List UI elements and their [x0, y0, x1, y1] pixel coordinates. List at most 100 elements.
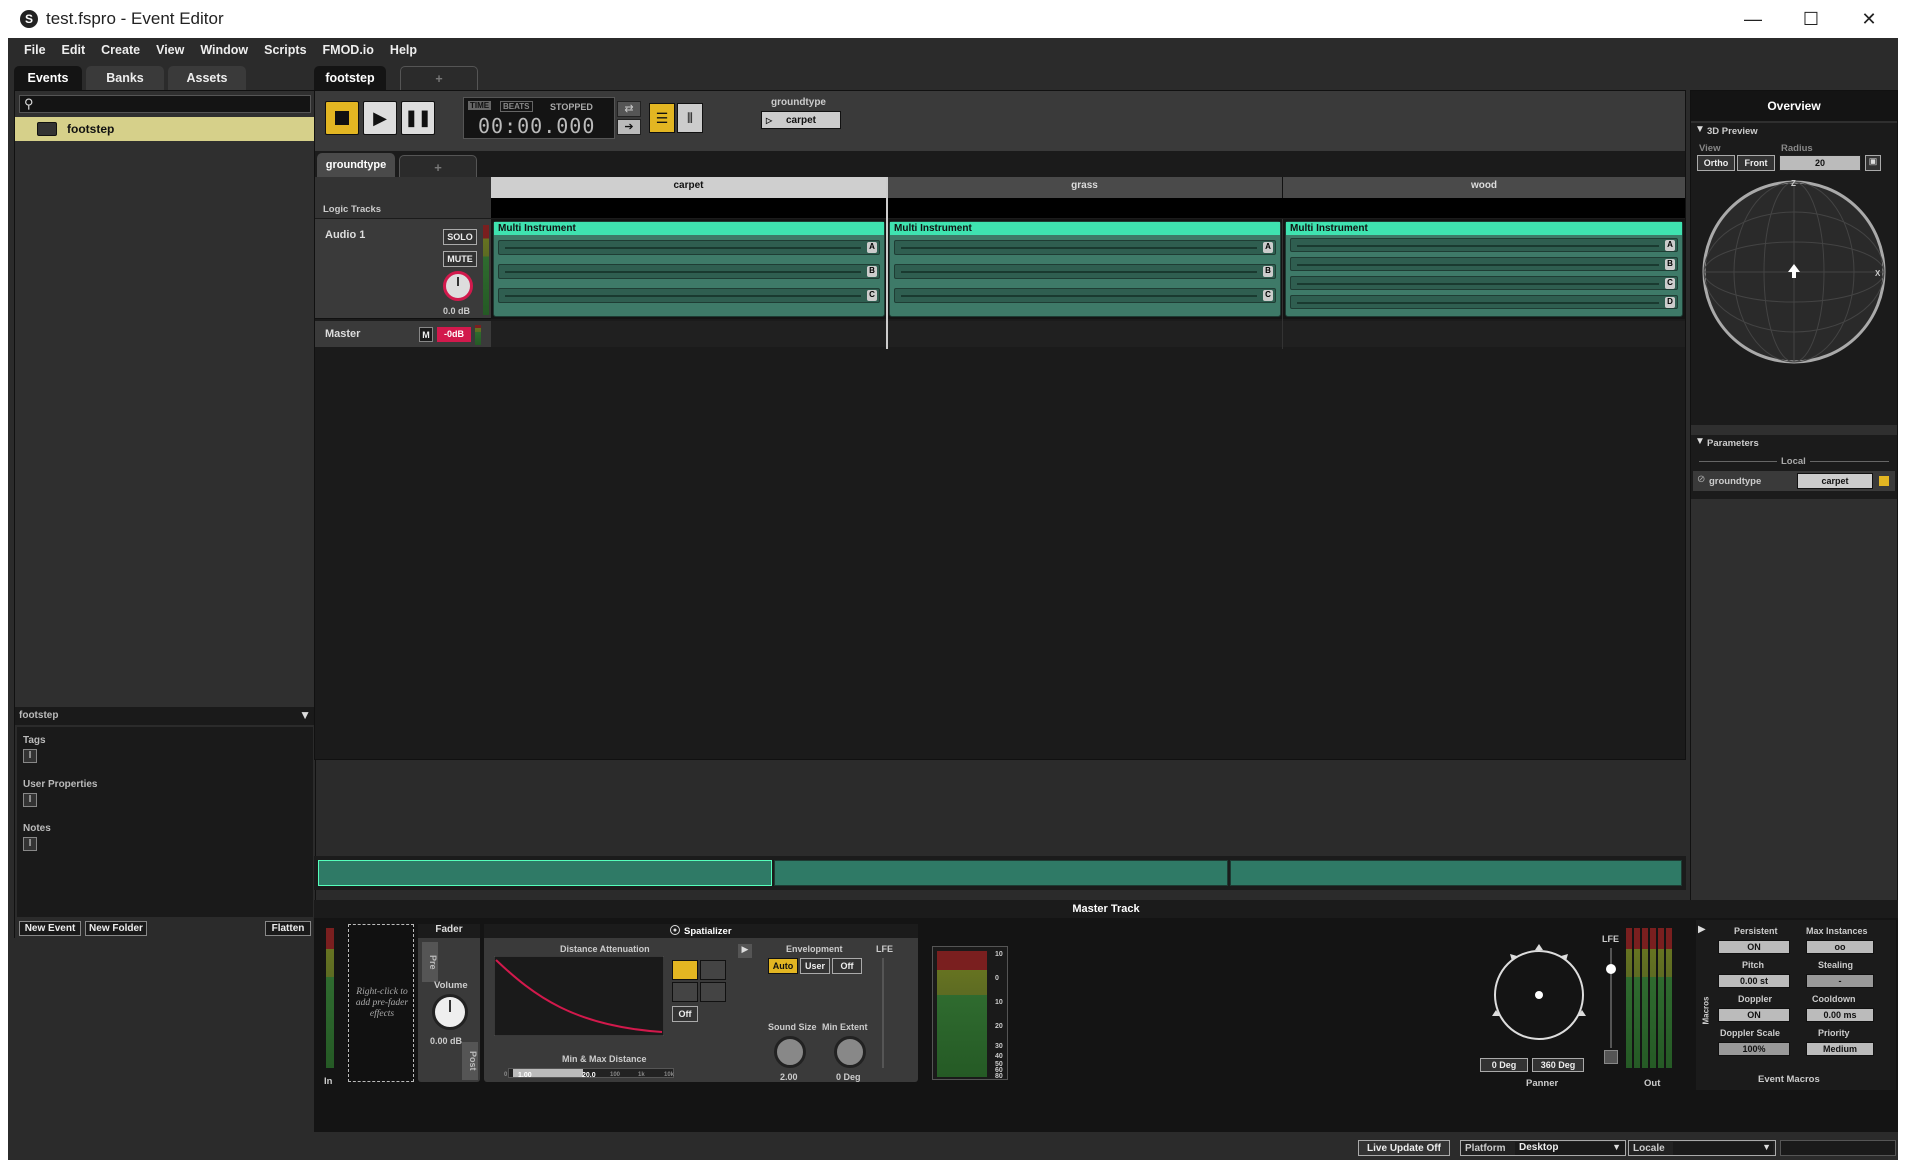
max-instances-field[interactable]: oo: [1806, 940, 1874, 954]
audio1-volume-knob[interactable]: [443, 271, 473, 301]
stealing-dropdown[interactable]: -: [1806, 974, 1874, 988]
master-volume-field[interactable]: -0dB: [437, 327, 471, 342]
radius-field[interactable]: 20: [1779, 155, 1861, 171]
strip-region-wood[interactable]: [1230, 860, 1682, 886]
new-event-button[interactable]: New Event: [19, 921, 81, 936]
clip-lane[interactable]: A: [894, 240, 1276, 255]
multi-instrument-clip-carpet[interactable]: Multi Instrument A B C: [493, 221, 885, 317]
tab-events[interactable]: Events: [14, 66, 82, 90]
play-button[interactable]: ▶: [363, 101, 397, 135]
3d-preview-sphere[interactable]: [1699, 177, 1889, 367]
mute-button[interactable]: MUTE: [443, 251, 477, 267]
clip-lane[interactable]: B: [498, 264, 880, 279]
column-grass[interactable]: grass: [887, 177, 1283, 198]
post-button[interactable]: Post: [462, 1042, 478, 1080]
min-extent-knob[interactable]: [834, 1036, 866, 1068]
curve-linear-squared-button[interactable]: [672, 960, 698, 980]
persistent-toggle[interactable]: ON: [1718, 940, 1790, 954]
curve-inverse-button[interactable]: [672, 982, 698, 1002]
column-wood[interactable]: wood: [1283, 177, 1685, 198]
pitch-field[interactable]: 0.00 st: [1718, 974, 1790, 988]
tab-footstep[interactable]: footstep: [314, 66, 386, 90]
fader-volume-knob[interactable]: [432, 994, 468, 1030]
close-button[interactable]: ✕: [1840, 0, 1898, 38]
stop-button[interactable]: [325, 101, 359, 135]
parameter-row[interactable]: ⊘ groundtype carpet: [1693, 471, 1895, 491]
multi-instrument-clip-wood[interactable]: Multi Instrument A B C D: [1285, 221, 1683, 317]
menu-help[interactable]: Help: [390, 43, 417, 57]
loop-button[interactable]: ⇄: [617, 101, 641, 117]
new-folder-button[interactable]: New Folder: [85, 921, 147, 936]
menu-scripts[interactable]: Scripts: [264, 43, 306, 57]
collapse-icon[interactable]: ▼: [299, 708, 311, 722]
3d-preview-header[interactable]: ▼ 3D Preview: [1691, 123, 1897, 139]
panner-lfe-slider[interactable]: [1606, 948, 1616, 1048]
pre-fader-effects-area[interactable]: Right-click to add pre-fader effects: [348, 924, 414, 1082]
flatten-button[interactable]: Flatten: [265, 921, 311, 936]
doppler-scale-field[interactable]: 100%: [1718, 1042, 1790, 1056]
clip-lane[interactable]: A: [498, 240, 880, 255]
panner-circle[interactable]: [1484, 940, 1594, 1050]
clip-lane[interactable]: C: [894, 288, 1276, 303]
clip-lane[interactable]: A: [1290, 238, 1678, 252]
tab-banks[interactable]: Banks: [86, 66, 164, 90]
platform-dropdown[interactable]: Platform Desktop ▼: [1460, 1140, 1626, 1156]
lock-icon[interactable]: ▣: [1865, 155, 1881, 171]
menu-view[interactable]: View: [156, 43, 184, 57]
list-view-button[interactable]: ☰: [649, 103, 675, 133]
beats-mode-button[interactable]: BEATS: [500, 101, 533, 112]
clip-lane[interactable]: B: [1290, 257, 1678, 271]
parameters-header[interactable]: ▼ Parameters: [1691, 435, 1897, 451]
tab-assets[interactable]: Assets: [168, 66, 246, 90]
envelopment-auto-button[interactable]: Auto: [768, 958, 798, 974]
live-update-button[interactable]: Live Update Off: [1358, 1140, 1450, 1156]
sound-size-knob[interactable]: [774, 1036, 806, 1068]
add-tag-icon[interactable]: I: [23, 749, 37, 763]
envelopment-user-button[interactable]: User: [800, 958, 830, 974]
solo-button[interactable]: SOLO: [443, 229, 477, 245]
parameter-value-field[interactable]: carpet: [1797, 473, 1873, 489]
follow-playhead-button[interactable]: ➔: [617, 119, 641, 135]
tab-groundtype[interactable]: groundtype: [317, 153, 395, 177]
add-parameter-tab[interactable]: +: [399, 155, 477, 179]
maximize-button[interactable]: ☐: [1782, 0, 1840, 38]
curve-inverse-tapered-button[interactable]: [700, 982, 726, 1002]
curve-linear-button[interactable]: [700, 960, 726, 980]
menu-file[interactable]: File: [24, 43, 46, 57]
locale-dropdown[interactable]: Locale ▼: [1628, 1140, 1776, 1156]
list-item[interactable]: footstep: [15, 117, 315, 141]
clip-lane[interactable]: D: [1290, 295, 1678, 309]
add-note-icon[interactable]: I: [23, 837, 37, 851]
master-mute-button[interactable]: M: [419, 327, 433, 342]
strip-region-carpet[interactable]: [318, 860, 772, 886]
power-icon[interactable]: ●: [670, 925, 680, 935]
menu-edit[interactable]: Edit: [62, 43, 86, 57]
menu-fmodio[interactable]: FMOD.io: [323, 43, 374, 57]
minimize-button[interactable]: —: [1724, 0, 1782, 38]
strip-region-grass[interactable]: [774, 860, 1228, 886]
search-input[interactable]: ⚲: [19, 95, 311, 113]
add-editor-tab[interactable]: +: [400, 66, 478, 90]
priority-field[interactable]: Medium: [1806, 1042, 1874, 1056]
multi-instrument-clip-grass[interactable]: Multi Instrument A B C: [889, 221, 1281, 317]
macros-expand-icon[interactable]: ▶: [1698, 924, 1706, 935]
clip-lane[interactable]: B: [894, 264, 1276, 279]
transport-param-value[interactable]: ▷ carpet: [761, 111, 841, 129]
menu-window[interactable]: Window: [200, 43, 248, 57]
play-preview-icon[interactable]: ▶: [738, 944, 752, 958]
clip-lane[interactable]: C: [1290, 276, 1678, 290]
add-property-icon[interactable]: I: [23, 793, 37, 807]
doppler-toggle[interactable]: ON: [1718, 1008, 1790, 1022]
pre-button[interactable]: Pre: [422, 942, 438, 982]
time-mode-button[interactable]: TIME: [468, 101, 492, 110]
ortho-button[interactable]: Ortho: [1697, 155, 1735, 171]
menu-create[interactable]: Create: [101, 43, 140, 57]
pan-max-degree-field[interactable]: 360 Deg: [1532, 1058, 1584, 1072]
lfe-toggle[interactable]: [1604, 1050, 1618, 1064]
grid-view-button[interactable]: ⦀: [677, 103, 703, 133]
front-button[interactable]: Front: [1737, 155, 1775, 171]
lfe-slider[interactable]: [882, 958, 884, 1068]
curve-off-button[interactable]: Off: [672, 1006, 698, 1022]
attenuation-curve[interactable]: [494, 956, 664, 1036]
clip-lane[interactable]: C: [498, 288, 880, 303]
